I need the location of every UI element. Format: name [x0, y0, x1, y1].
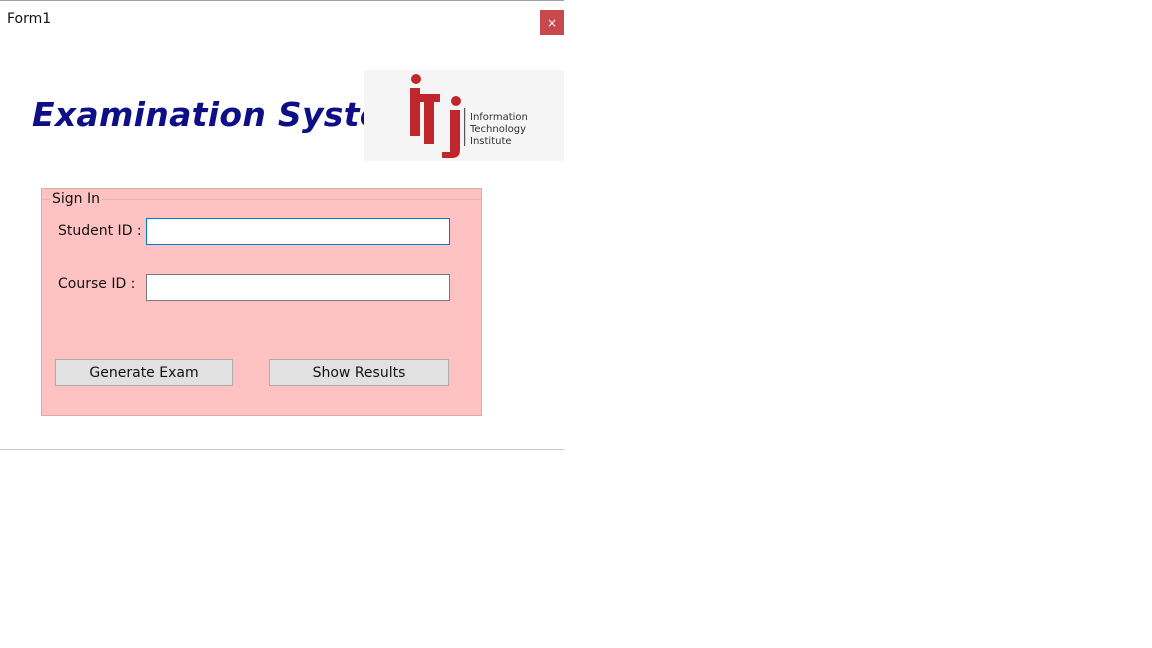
sign-in-groupbox: Sign In Student ID : Course ID : Generat…: [41, 188, 482, 416]
iti-logo: Information Technology Institute: [364, 70, 564, 161]
groupbox-border-line: [42, 199, 481, 200]
show-results-button[interactable]: Show Results: [269, 359, 449, 386]
close-icon: ×: [546, 15, 558, 30]
logo-line-2: Technology: [470, 124, 527, 135]
app-title: Examination System: [32, 95, 418, 134]
form-window: Form1 × Examination System Information T…: [0, 0, 564, 450]
course-id-label: Course ID :: [58, 276, 136, 292]
course-id-input[interactable]: [146, 274, 450, 301]
sign-in-legend: Sign In: [50, 191, 102, 207]
close-button[interactable]: ×: [540, 10, 564, 35]
logo-line-1: Information: [470, 112, 528, 123]
window-title: Form1: [7, 11, 52, 27]
student-id-input[interactable]: [146, 218, 450, 245]
logo-line-3: Institute: [470, 136, 512, 147]
logo-caption: Information Technology Institute: [470, 112, 528, 148]
student-id-label: Student ID :: [58, 223, 142, 239]
iti-logo-mark-icon: [410, 74, 466, 158]
title-bar[interactable]: Form1 ×: [0, 1, 564, 39]
generate-exam-button[interactable]: Generate Exam: [55, 359, 233, 386]
